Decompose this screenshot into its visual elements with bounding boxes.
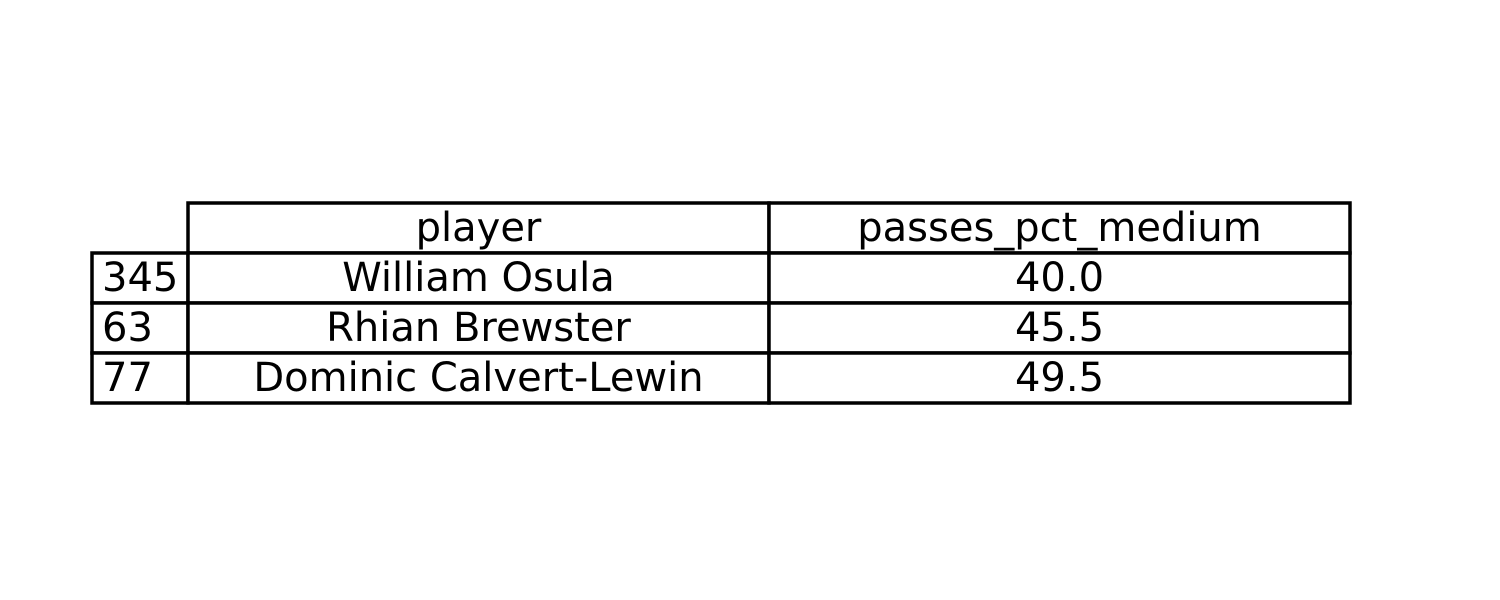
row-index: 77 [102, 355, 153, 401]
cell-value: Rhian Brewster [326, 305, 631, 351]
cell-value: 40.0 [1015, 255, 1104, 301]
cell-value: 45.5 [1015, 305, 1104, 351]
column-header: passes_pct_medium [857, 205, 1262, 251]
data-table: player passes_pct_medium 345 William Osula 4… [90, 201, 1352, 405]
cell-value: Dominic Calvert-Lewin [253, 355, 703, 401]
cell-value: 49.5 [1015, 355, 1104, 401]
row-index: 63 [102, 305, 153, 351]
row-index: 345 [102, 255, 178, 301]
column-header: player [416, 205, 542, 251]
cell-value: William Osula [342, 255, 615, 301]
